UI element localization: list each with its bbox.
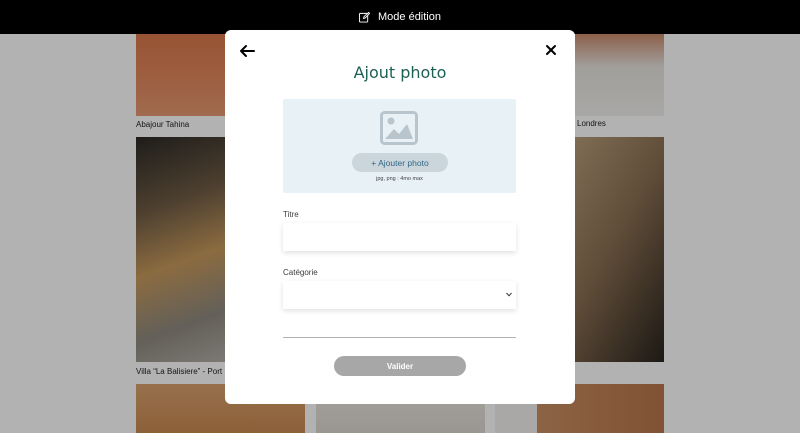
photo-upload-area[interactable]: + Ajouter photo jpg, png : 4mo max bbox=[283, 99, 516, 193]
edit-mode-label: Mode édition bbox=[378, 11, 441, 23]
chevron-down-icon bbox=[506, 292, 512, 297]
image-icon bbox=[380, 111, 418, 145]
add-photo-modal: Ajout photo + Ajouter photo jpg, png : 4… bbox=[225, 30, 575, 404]
category-label: Catégorie bbox=[283, 268, 318, 277]
title-input[interactable] bbox=[283, 223, 516, 251]
edit-icon bbox=[359, 11, 370, 23]
modal-title: Ajout photo bbox=[353, 63, 447, 82]
add-photo-button[interactable]: + Ajouter photo bbox=[352, 153, 448, 172]
arrow-left-icon[interactable] bbox=[239, 43, 255, 59]
divider bbox=[283, 337, 516, 338]
title-label: Titre bbox=[283, 210, 299, 219]
category-select[interactable] bbox=[283, 281, 516, 309]
format-hint: jpg, png : 4mo max bbox=[376, 176, 423, 182]
close-icon[interactable] bbox=[545, 44, 557, 56]
submit-button[interactable]: Valider bbox=[334, 356, 466, 376]
edit-mode-bar: Mode édition bbox=[0, 0, 800, 34]
